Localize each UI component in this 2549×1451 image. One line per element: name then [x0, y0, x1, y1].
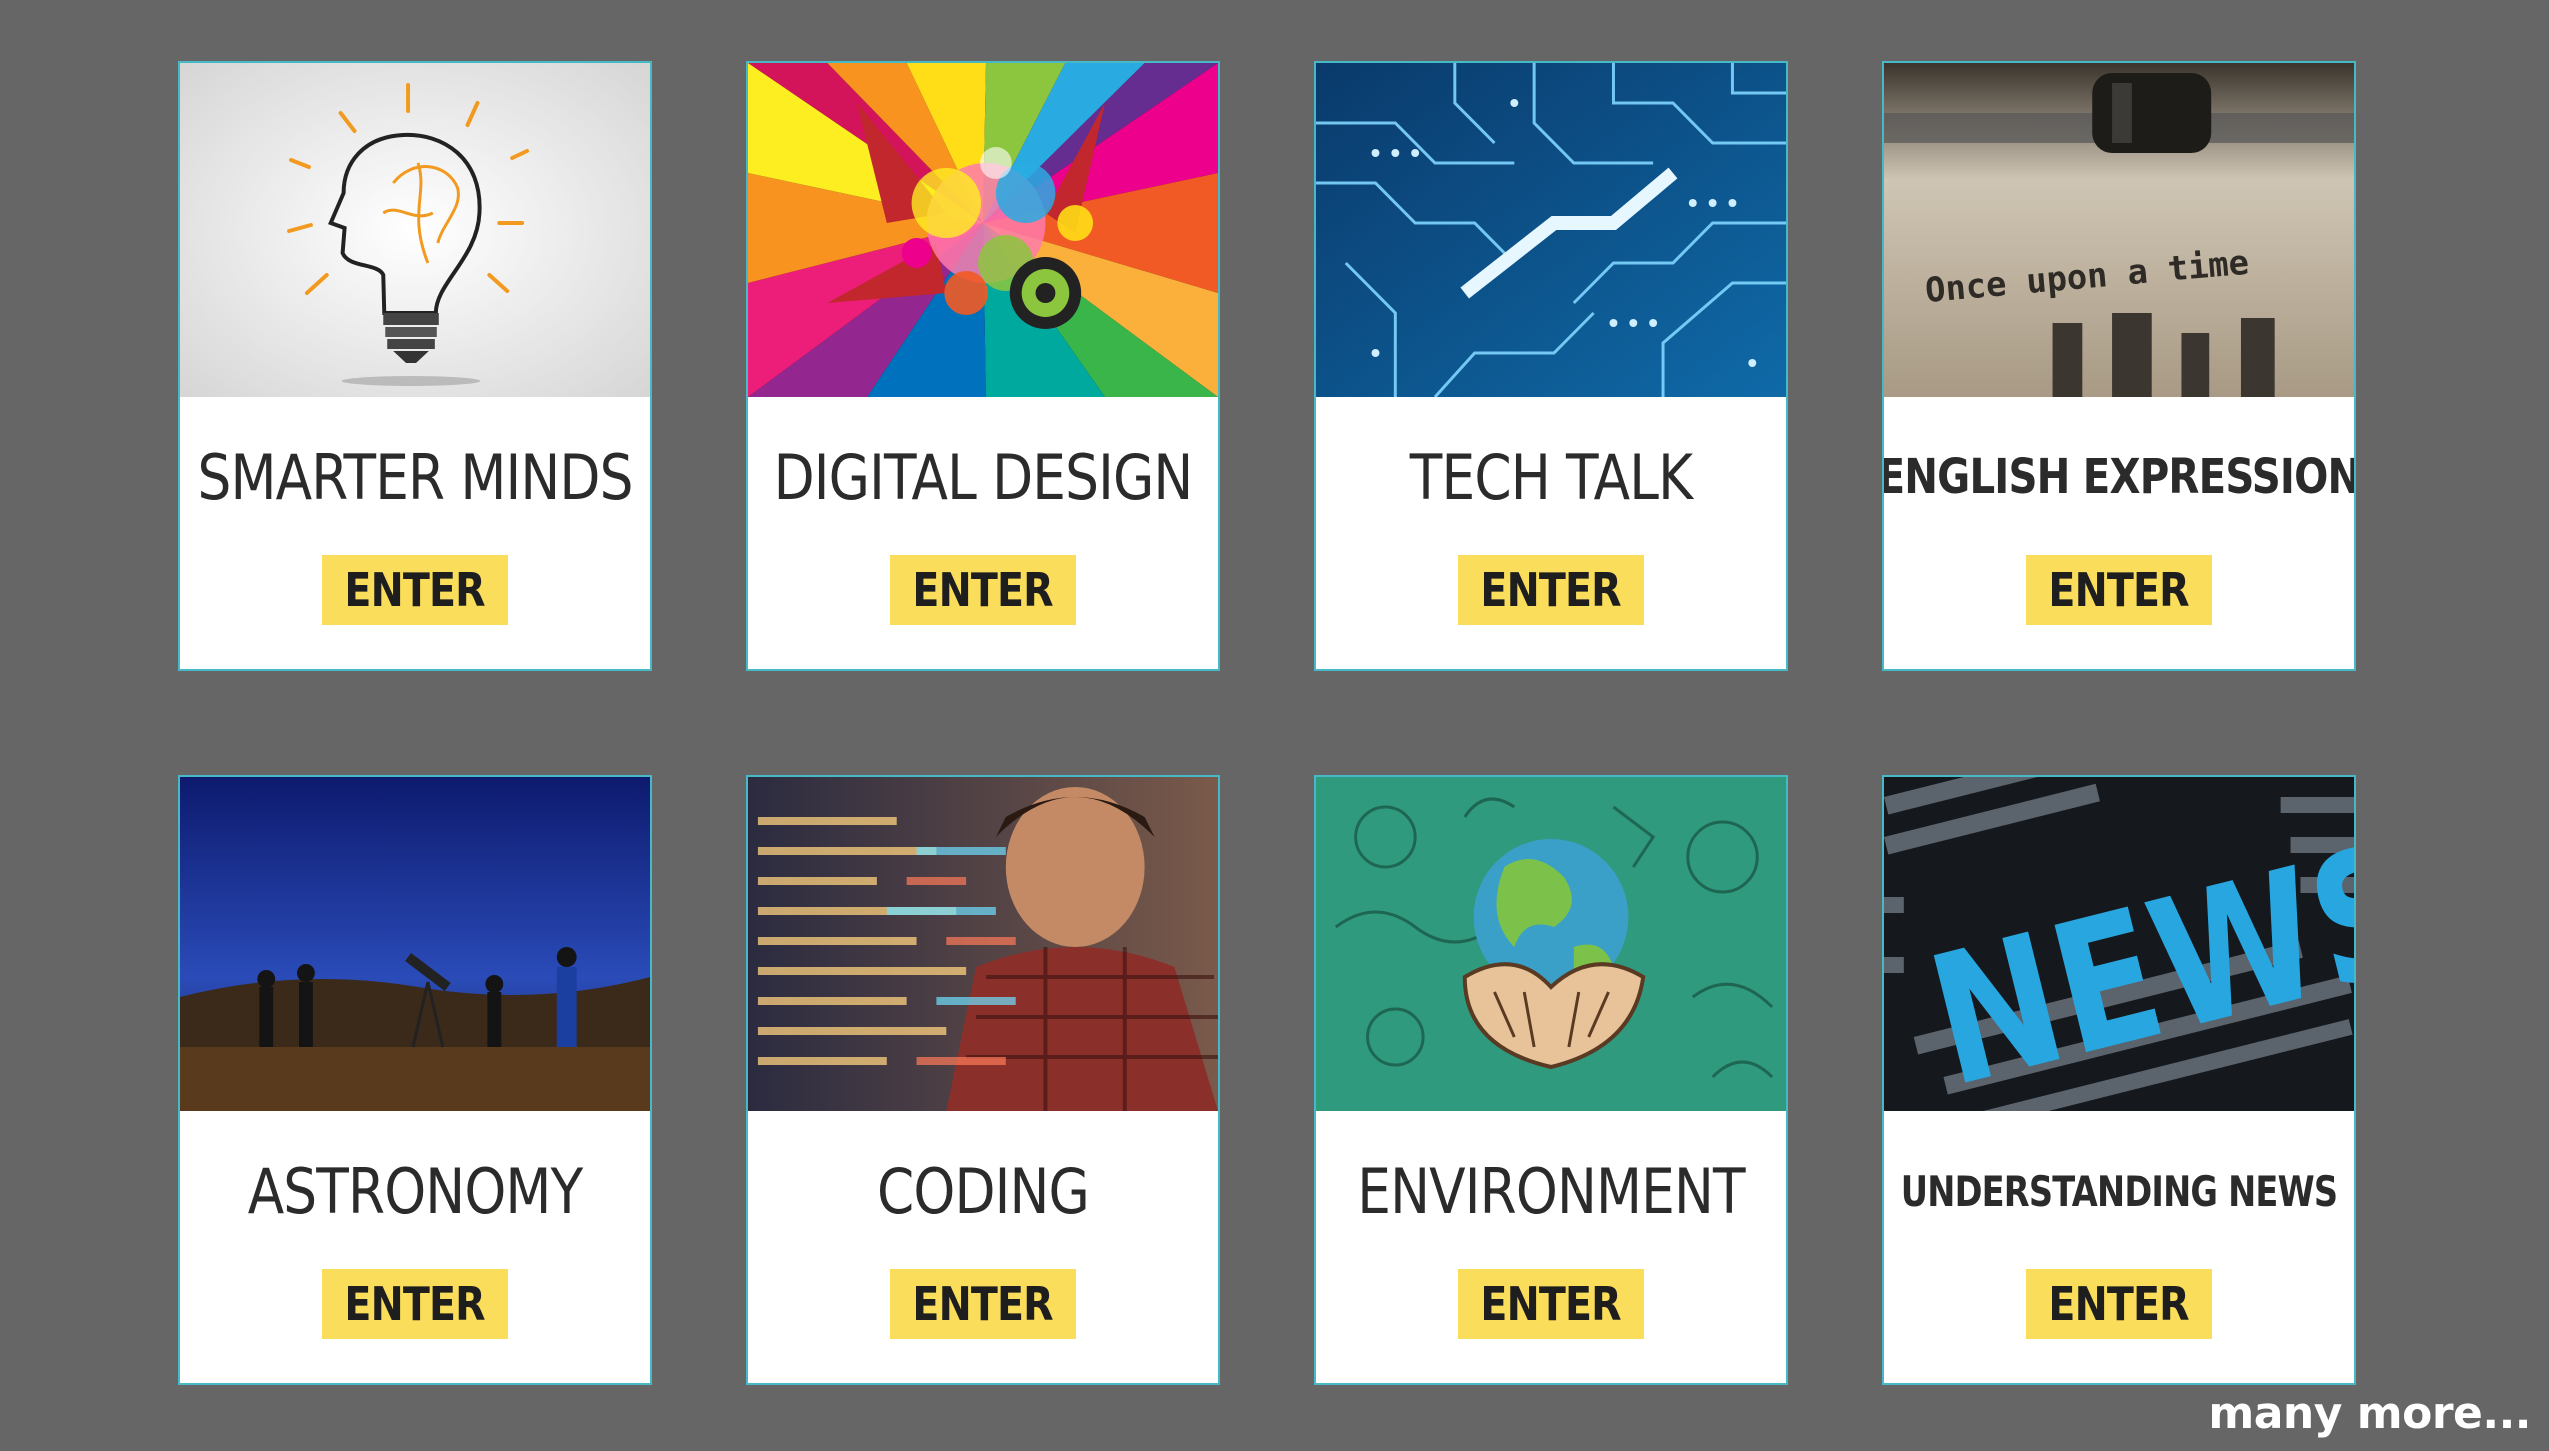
course-card-english-expression[interactable]: Once upon a time ENGLISH EXPRESSION ENTE… — [1882, 61, 2356, 671]
enter-button[interactable]: ENTER — [1458, 1269, 1644, 1339]
enter-button-label: ENTER — [2048, 563, 2190, 617]
enter-button-label: ENTER — [2048, 1277, 2190, 1331]
typewriter-icon: Once upon a time — [1884, 63, 2354, 397]
enter-button[interactable]: ENTER — [890, 1269, 1076, 1339]
course-card-understanding-news[interactable]: NEWS UNDERSTANDING NEWS ENTER — [1882, 775, 2356, 1385]
enter-button-label: ENTER — [1480, 563, 1622, 617]
news-words-icon: NEWS — [1884, 777, 2354, 1111]
course-card-tech-talk[interactable]: TECH TALK ENTER — [1314, 61, 1788, 671]
course-title: ASTRONOMY — [247, 1154, 583, 1228]
course-card-digital-design[interactable]: DIGITAL DESIGN ENTER — [746, 61, 1220, 671]
course-title: SMARTER MINDS — [197, 440, 633, 514]
course-title: DIGITAL DESIGN — [773, 440, 1194, 514]
enter-button-label: ENTER — [912, 1277, 1054, 1331]
enter-button-label: ENTER — [1480, 1277, 1622, 1331]
enter-button[interactable]: ENTER — [322, 1269, 508, 1339]
lightbulb-head-icon — [180, 63, 650, 397]
course-card-environment[interactable]: ENVIRONMENT ENTER — [1314, 775, 1788, 1385]
course-title: TECH TALK — [1409, 440, 1693, 514]
many-more-link[interactable]: many more... — [2208, 1388, 2531, 1439]
course-title: ENVIRONMENT — [1357, 1154, 1745, 1228]
course-title: UNDERSTANDING NEWS — [1900, 1166, 2338, 1216]
enter-button-label: ENTER — [344, 563, 486, 617]
circuit-board-icon — [1316, 63, 1786, 397]
colorful-burst-icon — [748, 63, 1218, 397]
course-card-smarter-minds[interactable]: SMARTER MINDS ENTER — [178, 61, 652, 671]
enter-button[interactable]: ENTER — [1458, 555, 1644, 625]
enter-button-label: ENTER — [344, 1277, 486, 1331]
course-card-coding[interactable]: CODING ENTER — [746, 775, 1220, 1385]
enter-button[interactable]: ENTER — [890, 555, 1076, 625]
enter-button[interactable]: ENTER — [322, 555, 508, 625]
enter-button-label: ENTER — [912, 563, 1054, 617]
enter-button[interactable]: ENTER — [2026, 1269, 2212, 1339]
course-card-astronomy[interactable]: ASTRONOMY ENTER — [178, 775, 652, 1385]
course-title: CODING — [876, 1154, 1090, 1228]
enter-button[interactable]: ENTER — [2026, 555, 2212, 625]
earth-in-hands-icon — [1316, 777, 1786, 1111]
course-title: ENGLISH EXPRESSION — [1882, 449, 2356, 505]
coder-screen-icon — [748, 777, 1218, 1111]
course-grid: SMARTER MINDS ENTER DIGITAL DESIGN ENTER… — [0, 0, 2549, 1451]
stargazers-telescope-icon — [180, 777, 650, 1111]
